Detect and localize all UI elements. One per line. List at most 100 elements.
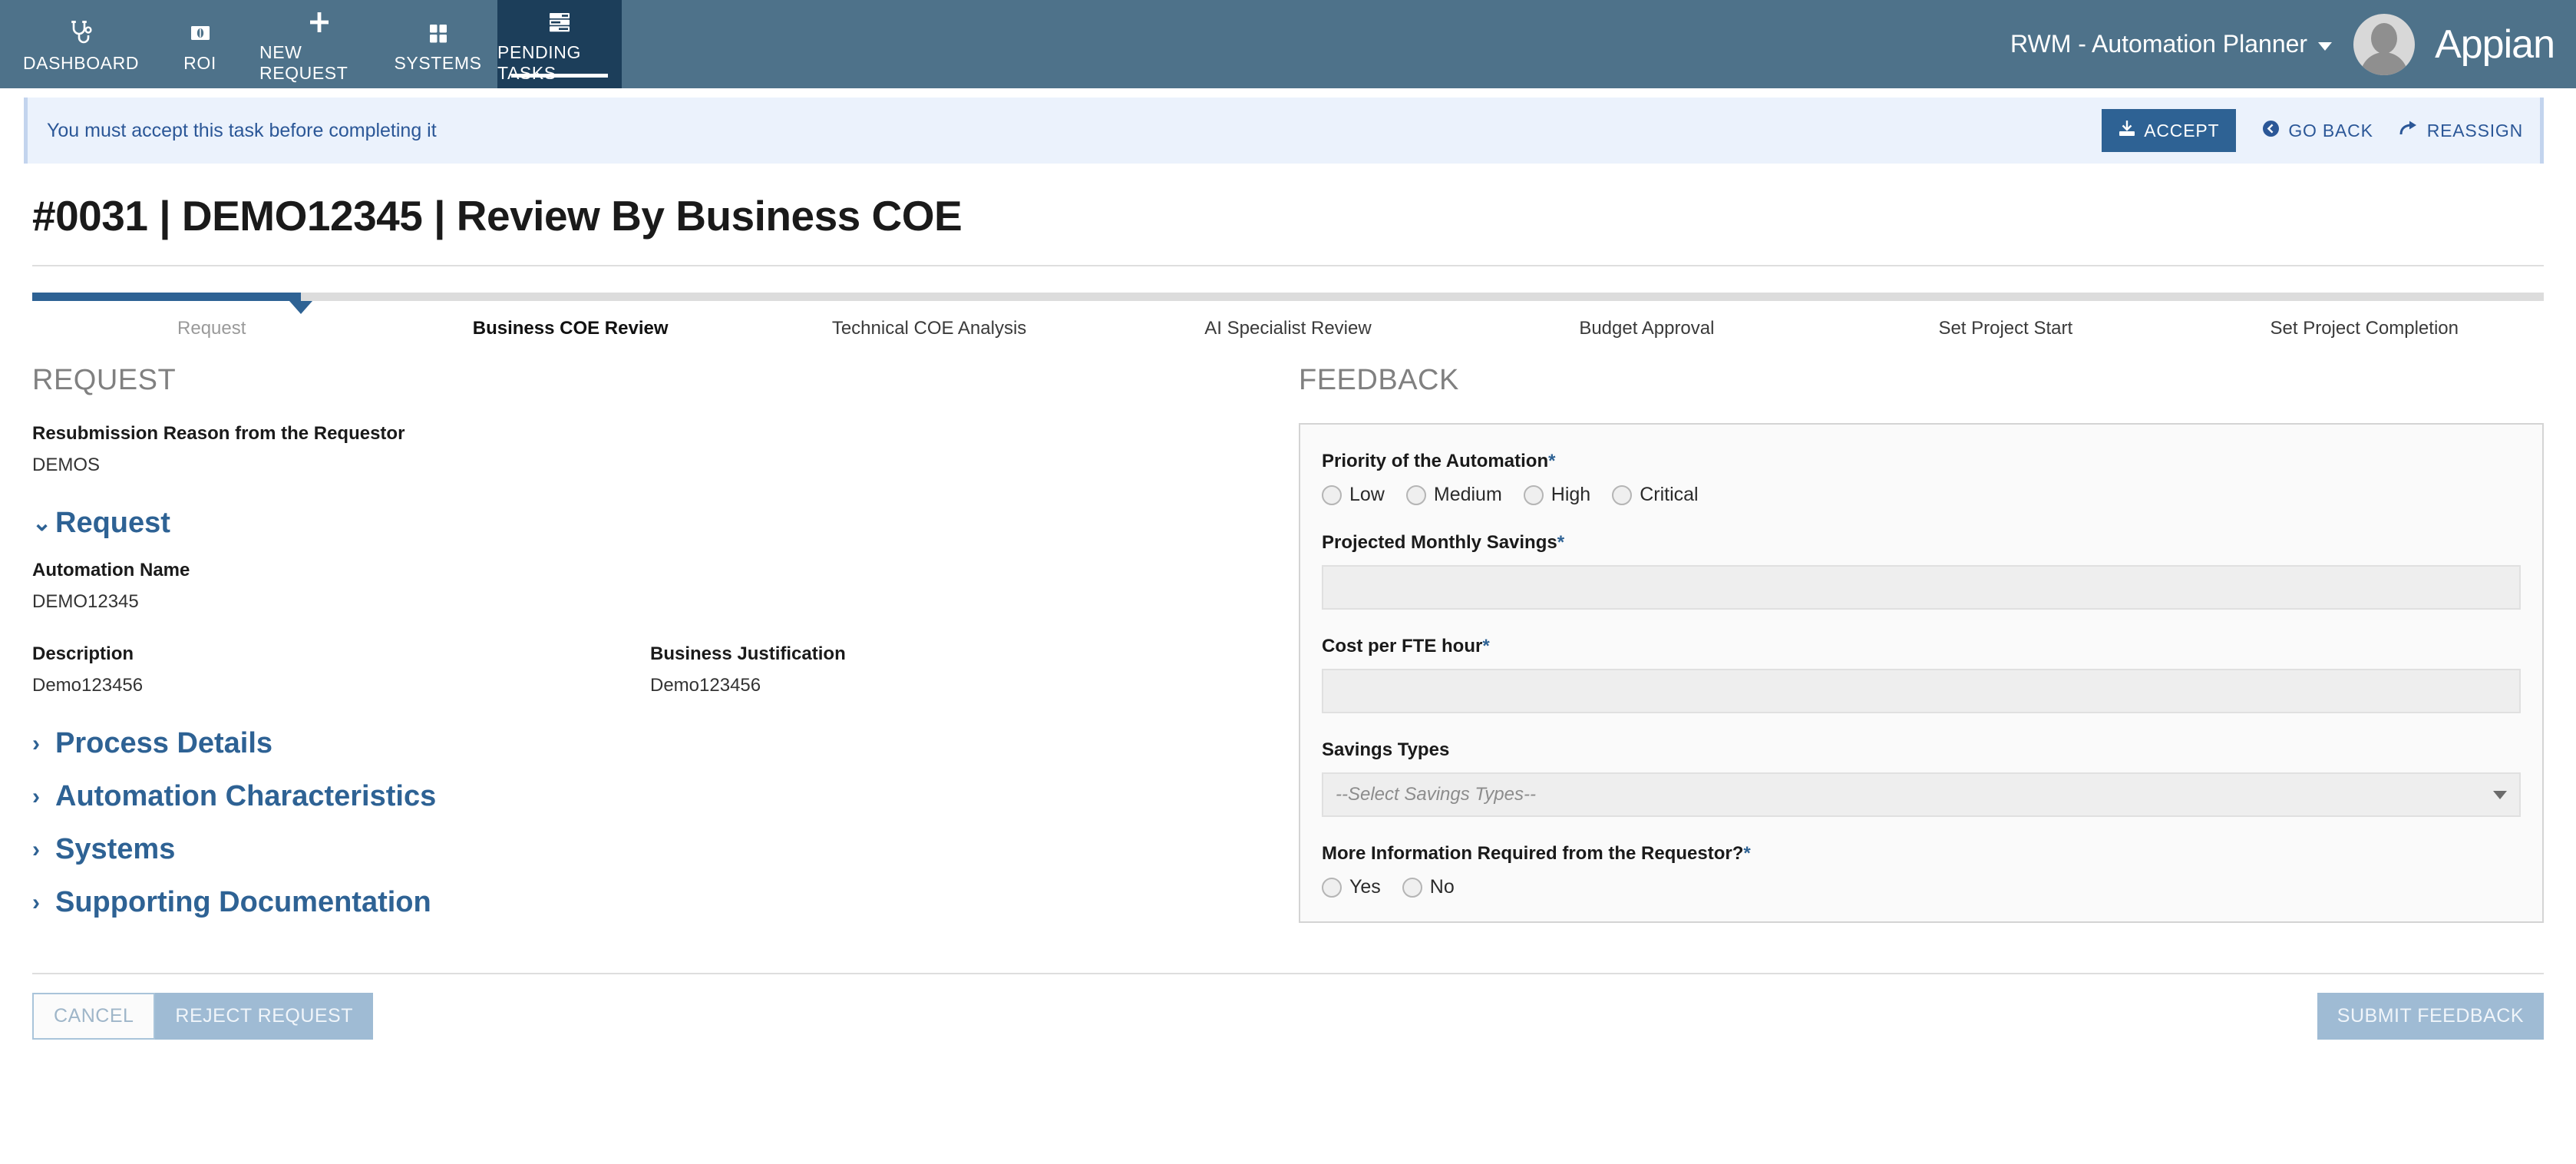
resubmission-reason-value: DEMOS <box>32 455 101 475</box>
step-request[interactable]: Request <box>32 318 391 339</box>
automation-name-value: DEMO12345 <box>32 591 139 612</box>
nav-item-new-request[interactable]: NEW REQUEST <box>259 0 378 88</box>
savings-types-label-text: Savings Types <box>1322 739 1450 760</box>
avatar-body <box>2360 51 2409 75</box>
priority-label: Priority of the Automation* <box>1322 451 2521 472</box>
radio-priority-medium[interactable] <box>1405 484 1426 505</box>
reassign-button[interactable]: REASSIGN <box>2399 120 2523 142</box>
avatar[interactable] <box>2353 13 2416 75</box>
chevron-right-icon: › <box>32 836 40 862</box>
accordion-supporting-documentation[interactable]: › Supporting Documentation <box>32 886 1268 919</box>
cancel-button[interactable]: CANCEL <box>32 993 156 1040</box>
top-navigation-bar: DASHBOARD ROI NEW REQUEST SYSTEMS PENDIN… <box>0 0 2576 88</box>
request-section-heading: REQUEST <box>32 364 177 396</box>
nav-label-new-request: NEW REQUEST <box>259 42 348 83</box>
field-description: Description Demo123456 <box>32 643 650 696</box>
accordion-automation-characteristics[interactable]: › Automation Characteristics <box>32 780 1268 813</box>
projected-monthly-savings-label-text: Projected Monthly Savings <box>1322 532 1557 553</box>
radio-priority-medium-label[interactable]: Medium <box>1434 484 1502 506</box>
step-budget-approval[interactable]: Budget Approval <box>1468 318 1826 339</box>
resubmission-reason-label: Resubmission Reason from the Requestor <box>32 423 405 444</box>
page-title: #0031 | DEMO12345 | Review By Business C… <box>32 192 963 240</box>
radio-more-info-yes[interactable] <box>1322 877 1342 898</box>
money-bill-icon <box>189 20 212 46</box>
radio-more-info-no-label[interactable]: No <box>1430 876 1455 898</box>
chevron-down-icon <box>2493 790 2507 799</box>
grid-squares-icon <box>427 20 450 46</box>
user-menu[interactable]: RWM - Automation Planner <box>2010 30 2333 58</box>
step-set-project-start[interactable]: Set Project Start <box>1826 318 2185 339</box>
banner-message: You must accept this task before complet… <box>47 119 437 141</box>
savings-types-label: Savings Types <box>1322 739 2521 761</box>
description-label: Description <box>32 643 134 664</box>
field-automation-name: Automation Name DEMO12345 <box>32 560 1268 613</box>
description-value: Demo123456 <box>32 675 144 696</box>
stepper-track <box>32 293 2544 314</box>
radio-priority-high[interactable] <box>1523 484 1544 505</box>
radio-priority-critical-label[interactable]: Critical <box>1640 484 1698 506</box>
go-back-button[interactable]: GO BACK <box>2262 120 2373 142</box>
radio-priority-critical[interactable] <box>1612 484 1633 505</box>
priority-radio-group: Low Medium High Critical <box>1322 484 2521 506</box>
accordion-systems[interactable]: › Systems <box>32 833 1268 866</box>
step-ai-specialist-review[interactable]: AI Specialist Review <box>1108 318 1467 339</box>
main-content: REQUEST Resubmission Reason from the Req… <box>0 364 2576 939</box>
projected-monthly-savings-input[interactable] <box>1322 565 2521 610</box>
task-list-icon <box>547 9 572 35</box>
step-set-project-completion[interactable]: Set Project Completion <box>2185 318 2544 339</box>
chevron-right-icon: › <box>32 889 40 915</box>
radio-priority-low[interactable] <box>1322 484 1342 505</box>
back-arrow-circle-icon <box>2262 120 2280 142</box>
feedback-section-heading: FEEDBACK <box>1299 364 1459 396</box>
stepper-progress-fill <box>32 293 302 301</box>
field-row-description-justification: Description Demo123456 Business Justific… <box>32 643 1268 696</box>
step-business-coe-review[interactable]: Business COE Review <box>391 318 749 339</box>
required-asterisk: * <box>1548 451 1556 471</box>
radio-more-info-no[interactable] <box>1402 877 1422 898</box>
chevron-down-icon <box>2318 42 2333 51</box>
avatar-head <box>2371 22 2398 54</box>
nav-item-dashboard[interactable]: DASHBOARD <box>21 0 140 88</box>
share-arrow-icon <box>2399 120 2419 142</box>
feedback-form-card: Priority of the Automation* Low Medium H… <box>1299 423 2544 923</box>
required-asterisk: * <box>1482 636 1490 656</box>
savings-types-select[interactable]: --Select Savings Types-- <box>1322 772 2521 817</box>
user-menu-label: RWM - Automation Planner <box>2010 30 2308 58</box>
priority-label-text: Priority of the Automation <box>1322 451 1549 471</box>
stepper-current-marker <box>289 301 313 314</box>
more-info-radio-group: Yes No <box>1322 876 2521 898</box>
nav-item-systems[interactable]: SYSTEMS <box>378 0 497 88</box>
nav-item-roi[interactable]: ROI <box>140 0 259 88</box>
accordion-automation-characteristics-label: Automation Characteristics <box>55 780 437 812</box>
request-column: REQUEST Resubmission Reason from the Req… <box>32 364 1299 939</box>
nav-label-dashboard: DASHBOARD <box>22 52 140 73</box>
appian-logo: Appian <box>2435 21 2555 67</box>
nav-item-pending-tasks[interactable]: PENDING TASKS <box>497 0 622 88</box>
radio-more-info-yes-label[interactable]: Yes <box>1349 876 1381 898</box>
nav-items: DASHBOARD ROI NEW REQUEST SYSTEMS PENDIN… <box>21 0 622 88</box>
plus-icon <box>308 9 331 35</box>
radio-priority-high-label[interactable]: High <box>1551 484 1590 506</box>
field-business-justification: Business Justification Demo123456 <box>650 643 1268 696</box>
active-tab-underline <box>511 74 608 78</box>
accordion-supporting-documentation-label: Supporting Documentation <box>55 886 431 918</box>
cost-per-fte-hour-label-text: Cost per FTE hour <box>1322 636 1483 656</box>
reject-request-button[interactable]: REJECT REQUEST <box>155 993 373 1040</box>
radio-priority-low-label[interactable]: Low <box>1349 484 1385 506</box>
stethoscope-icon <box>70 20 93 46</box>
feedback-column: FEEDBACK Priority of the Automation* Low… <box>1299 364 2544 939</box>
automation-name-label: Automation Name <box>32 560 190 580</box>
accordion-process-details[interactable]: › Process Details <box>32 727 1268 760</box>
banner-wrapper: You must accept this task before complet… <box>0 88 2576 164</box>
submit-feedback-button[interactable]: SUBMIT FEEDBACK <box>2317 993 2544 1040</box>
step-technical-coe-analysis[interactable]: Technical COE Analysis <box>750 318 1108 339</box>
accept-button[interactable]: ACCEPT <box>2102 109 2237 152</box>
download-accept-icon <box>2119 120 2135 141</box>
cost-per-fte-hour-input[interactable] <box>1322 669 2521 713</box>
nav-right-cluster: RWM - Automation Planner Appian <box>2010 0 2576 88</box>
cost-per-fte-hour-label: Cost per FTE hour* <box>1322 636 2521 657</box>
business-justification-value: Demo123456 <box>650 675 761 696</box>
nav-label-roi: ROI <box>183 52 216 73</box>
accordion-request-label: Request <box>55 507 170 539</box>
accordion-request[interactable]: ⌄ Request <box>32 507 1268 540</box>
